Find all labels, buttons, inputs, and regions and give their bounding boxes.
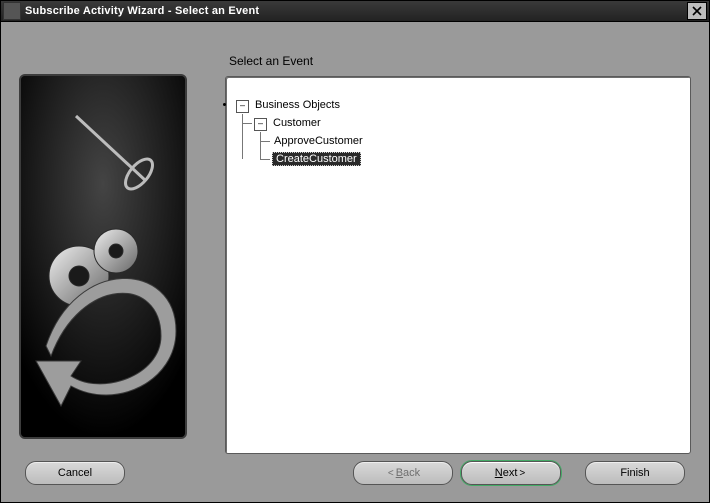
event-tree[interactable]: –Business Objects –Customer ApproveCusto… (236, 96, 680, 168)
window-title: Subscribe Activity Wizard - Select an Ev… (25, 5, 687, 17)
titlebar[interactable]: Subscribe Activity Wizard - Select an Ev… (1, 1, 709, 22)
cancel-button[interactable]: Cancel (25, 461, 125, 485)
chevron-left-icon: < (388, 468, 394, 479)
wizard-window: Subscribe Activity Wizard - Select an Ev… (0, 0, 710, 503)
tree-node-business-objects[interactable]: –Business Objects –Customer ApproveCusto… (236, 96, 680, 168)
tree-leaf-approve-customer[interactable]: ApproveCustomer (272, 132, 680, 150)
next-button[interactable]: Next > (461, 461, 561, 485)
tree-leaf-create-customer[interactable]: CreateCustomer (272, 150, 680, 168)
tree-label-create[interactable]: CreateCustomer (272, 152, 361, 166)
wizard-footer: Cancel < Back Next > Finish (19, 454, 691, 492)
finish-button[interactable]: Finish (585, 461, 685, 485)
app-icon (3, 2, 21, 20)
collapse-icon[interactable]: – (236, 100, 249, 113)
next-label: Next (495, 467, 518, 479)
tree-label-approve[interactable]: ApproveCustomer (272, 135, 365, 147)
close-button[interactable] (687, 2, 707, 20)
tree-node-customer[interactable]: –Customer ApproveCustomer CreateCustomer (254, 114, 680, 168)
chevron-right-icon: > (519, 468, 525, 479)
content-row: Select an Event –Business Objects –Custo… (19, 50, 691, 454)
finish-label: Finish (620, 467, 649, 479)
close-icon (692, 6, 702, 16)
nav-button-group: < Back Next > (353, 461, 561, 485)
wizard-side-image (19, 74, 187, 439)
page-heading: Select an Event (229, 54, 691, 68)
collapse-icon[interactable]: – (254, 118, 267, 131)
cancel-label: Cancel (58, 467, 92, 479)
back-button[interactable]: < Back (353, 461, 453, 485)
tree-label-root[interactable]: Business Objects (253, 99, 342, 111)
back-label: Back (396, 467, 420, 479)
tree-label-customer[interactable]: Customer (271, 117, 323, 129)
event-tree-box[interactable]: –Business Objects –Customer ApproveCusto… (225, 76, 691, 454)
wizard-body: Select an Event –Business Objects –Custo… (1, 22, 709, 502)
right-pane: Select an Event –Business Objects –Custo… (225, 50, 691, 454)
